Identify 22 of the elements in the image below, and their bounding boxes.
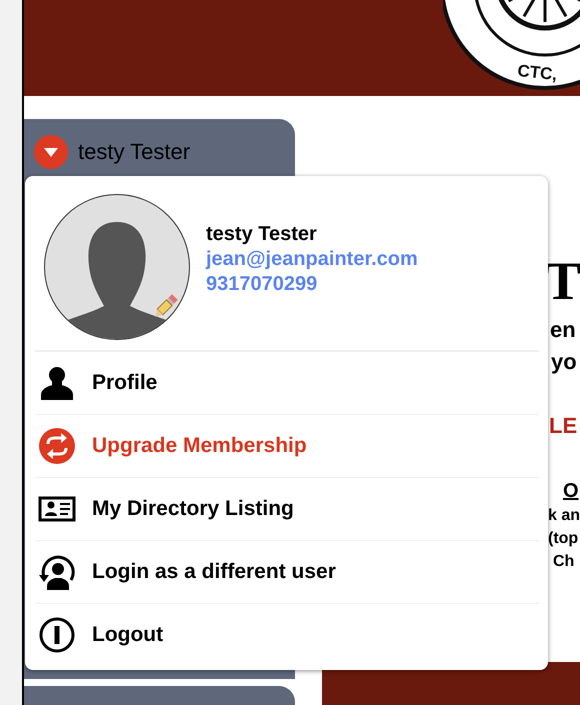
- body-text: k an: [548, 506, 580, 526]
- menu-item[interactable]: Profile: [35, 352, 539, 415]
- section-heading: O: [563, 479, 580, 503]
- menu-item[interactable]: Logout: [35, 604, 539, 666]
- body-text: (top: [548, 529, 580, 549]
- intro-text: en: [550, 317, 577, 343]
- intro-text: yo: [551, 349, 578, 375]
- menu-item[interactable]: Login as a different user: [35, 541, 539, 604]
- alert-text: LE: [549, 413, 578, 439]
- logo-text: CTC,: [516, 61, 558, 84]
- menu-item[interactable]: My Directory Listing: [35, 478, 539, 541]
- user-refresh-icon: [38, 553, 76, 591]
- person-icon: [38, 364, 76, 402]
- menu-item[interactable]: Upgrade Membership: [35, 415, 539, 478]
- account-toggle[interactable]: testy Tester: [34, 135, 190, 169]
- user-name: testy Tester: [206, 222, 318, 246]
- power-icon: [38, 616, 76, 654]
- user-phone[interactable]: 9317070299: [206, 272, 418, 296]
- swap-arrows-icon: [38, 427, 76, 465]
- user-email[interactable]: jean@jeanpainter.com: [206, 246, 418, 272]
- page-title: T: [545, 252, 580, 310]
- body-text: Ch: [553, 552, 576, 572]
